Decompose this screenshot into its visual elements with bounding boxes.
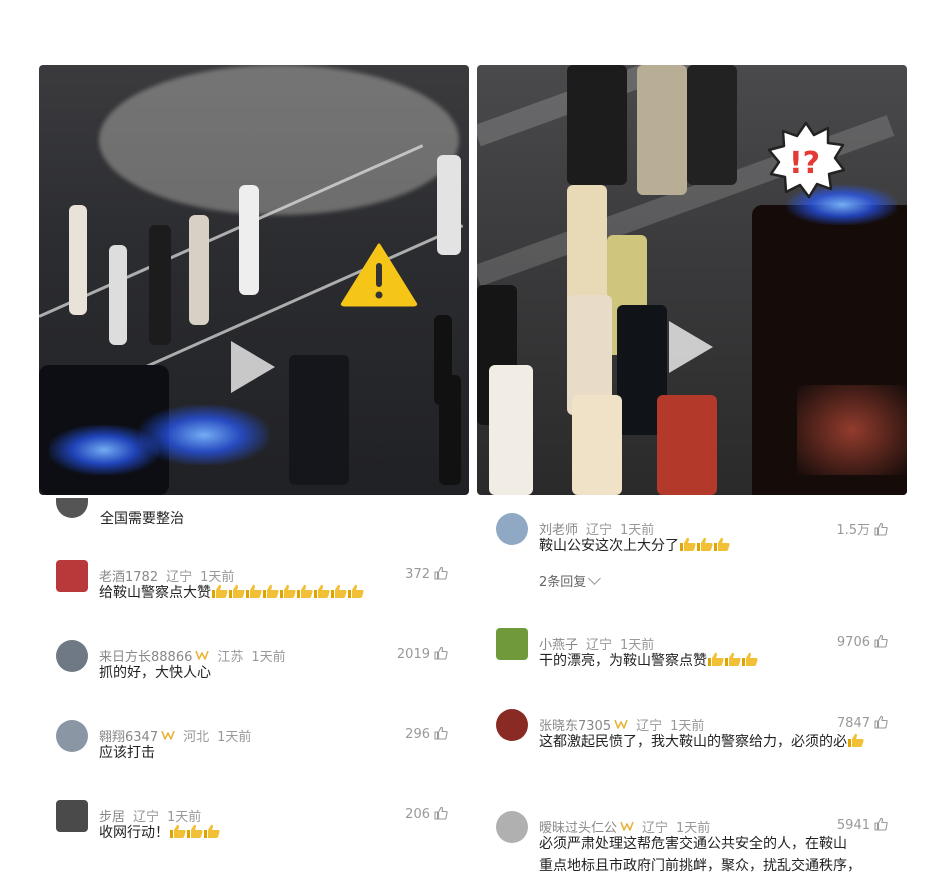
comment-text: 干的漂亮，为鞍山警察点赞 (539, 650, 899, 672)
like-count: 372 (405, 567, 430, 582)
warning-icon (340, 243, 418, 307)
like-count: 7847 (836, 716, 870, 731)
like-button[interactable]: 9706 (837, 634, 888, 650)
avatar[interactable] (56, 640, 88, 672)
exclamation-question-icon: !? (767, 121, 845, 199)
vip-badge-icon (614, 719, 628, 729)
like-count: 9706 (836, 635, 870, 650)
like-icon (874, 715, 888, 729)
comment-text: 全国需要整治 (100, 511, 184, 527)
avatar[interactable] (56, 720, 88, 752)
like-button[interactable]: 206 (405, 806, 448, 822)
avatar[interactable] (496, 709, 528, 741)
like-button[interactable]: 2019 (397, 646, 448, 662)
like-button[interactable]: 7847 (837, 715, 888, 731)
like-icon (874, 522, 888, 536)
comment-text: 应该打击 (99, 745, 155, 761)
vip-badge-icon (620, 821, 634, 831)
play-icon[interactable] (231, 341, 275, 393)
comment-text: 抓的好，大快人心 (99, 665, 211, 681)
comment-text: 这都激起民愤了，我大鞍山的警察给力，必须的必 (539, 731, 899, 753)
like-button[interactable]: 296 (405, 726, 448, 742)
like-icon (874, 817, 888, 831)
thumbs-up-emoji (169, 822, 220, 844)
like-icon (434, 646, 448, 660)
avatar[interactable] (56, 498, 88, 518)
like-count: 5941 (836, 818, 870, 833)
comment-text: 鞍山公安这次上大分了 (539, 535, 899, 557)
comment-text: 收网行动！ (99, 822, 459, 844)
like-count: 296 (405, 727, 430, 742)
chevron-down-icon (588, 572, 602, 585)
play-icon[interactable] (669, 321, 713, 373)
avatar[interactable] (496, 811, 528, 843)
vip-badge-icon (195, 650, 210, 660)
thumbs-up-emoji (679, 535, 730, 557)
video-thumbnail-right[interactable]: !? (477, 65, 907, 495)
avatar[interactable] (56, 800, 88, 832)
avatar[interactable] (496, 513, 528, 545)
like-count: 2019 (396, 647, 430, 662)
view-replies-link[interactable]: 2条回复 (539, 571, 602, 590)
like-button[interactable]: 5941 (837, 817, 888, 833)
thumbs-up-emoji (211, 582, 364, 604)
avatar[interactable] (496, 628, 528, 660)
like-button[interactable]: 372 (405, 566, 448, 582)
like-icon (874, 634, 888, 648)
avatar[interactable] (56, 560, 88, 592)
like-count: 206 (405, 807, 430, 822)
like-icon (434, 566, 448, 580)
like-icon (434, 726, 448, 740)
thumbs-up-emoji (707, 650, 758, 672)
video-thumbnail-left[interactable] (39, 65, 469, 495)
comment-text: 必须严肃处理这帮危害交通公共安全的人，在鞍山 重点地标且市政府门前挑衅，聚众，扰乱… (539, 833, 861, 877)
comment-text-line: 必须严肃处理这帮危害交通公共安全的人，在鞍山 (539, 836, 847, 852)
comment-text-line: 重点地标且市政府门前挑衅，聚众，扰乱交通秩序， (539, 858, 861, 874)
like-icon (434, 806, 448, 820)
svg-text:!?: !? (789, 146, 820, 181)
comment-text: 给鞍山警察点大赞 (99, 582, 459, 604)
thumbs-up-emoji (847, 731, 864, 753)
crowd (99, 65, 459, 215)
vip-badge-icon (161, 730, 175, 740)
